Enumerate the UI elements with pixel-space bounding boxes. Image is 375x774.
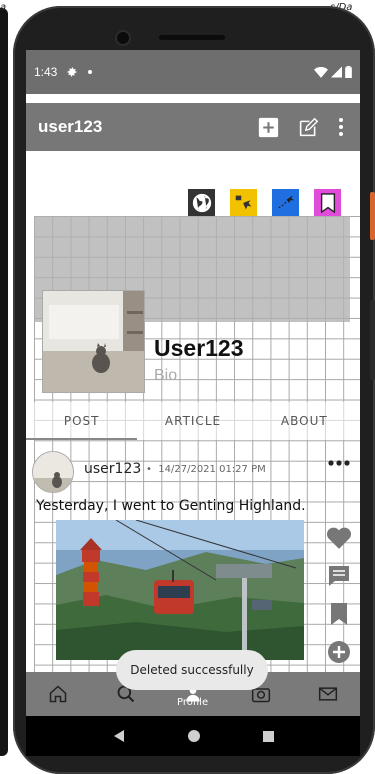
- notification-dot-icon: [88, 70, 93, 74]
- app-bar-title: user123: [38, 117, 103, 136]
- add-post-icon[interactable]: [258, 117, 279, 138]
- battery-icon: [345, 66, 352, 78]
- post-text: Yesterday, I went to Genting Highland.: [36, 498, 306, 514]
- profile-name: User123: [154, 335, 244, 361]
- post-timestamp: • 14/27/2021 01:27 PM: [146, 464, 266, 475]
- post-author-avatar[interactable]: [32, 451, 74, 493]
- back-icon[interactable]: [112, 729, 126, 743]
- avatar-photo: [33, 452, 73, 492]
- front-camera: [117, 32, 129, 44]
- cat-window-photo: [43, 291, 144, 392]
- screenshot-stage: a s/Da 1:43 user123: [0, 0, 375, 774]
- bookmark-icon[interactable]: [314, 189, 341, 216]
- profile-avatar[interactable]: [42, 290, 145, 393]
- home-icon[interactable]: [48, 684, 68, 704]
- profile-bio: Bio: [154, 367, 178, 384]
- add-circle-icon[interactable]: [327, 640, 351, 664]
- post-date: 14/27/2021 01:27 PM: [158, 464, 266, 475]
- volume-button: [370, 300, 375, 380]
- edit-profile-icon[interactable]: [298, 117, 319, 138]
- flight-route-icon[interactable]: [272, 189, 299, 216]
- globe-icon[interactable]: [188, 189, 215, 216]
- wifi-icon: [314, 66, 328, 78]
- app-bar: user123: [26, 103, 360, 151]
- system-navigation-bar: [26, 716, 360, 756]
- recents-square-icon[interactable]: [262, 730, 275, 743]
- post-username[interactable]: user123: [84, 461, 141, 477]
- cable-car-photo: [56, 520, 304, 660]
- peek-text-left: a: [0, 2, 7, 13]
- save-bookmark-icon[interactable]: [330, 602, 348, 626]
- cell-signal-icon: [331, 66, 342, 78]
- mail-icon[interactable]: [318, 684, 338, 704]
- earpiece-speaker: [159, 35, 225, 40]
- profile-quick-icons: [188, 189, 341, 216]
- status-time: 1:43: [34, 65, 58, 79]
- power-button: [370, 192, 375, 240]
- tab-post[interactable]: POST: [26, 402, 138, 440]
- toast-message: Deleted successfully: [116, 650, 268, 690]
- post-more-icon[interactable]: [328, 460, 350, 466]
- comment-icon[interactable]: [327, 564, 351, 588]
- phone-screen: 1:43 user123 User123 Bio POST ARTICLE AB…: [26, 50, 360, 716]
- left-device-edge: [0, 8, 8, 756]
- profile-tabs: POST ARTICLE ABOUT: [26, 402, 360, 440]
- post-actions: [326, 526, 352, 664]
- nav-label-profile: Profile: [177, 697, 209, 708]
- plane-map-icon[interactable]: [230, 189, 257, 216]
- like-heart-icon[interactable]: [326, 526, 352, 550]
- tab-article[interactable]: ARTICLE: [137, 402, 248, 440]
- home-circle-icon[interactable]: [187, 729, 201, 743]
- overflow-menu-icon[interactable]: [338, 117, 344, 137]
- post-image[interactable]: [56, 520, 304, 660]
- status-bar: 1:43: [26, 50, 360, 94]
- post-separator: •: [146, 464, 152, 475]
- tab-about[interactable]: ABOUT: [249, 402, 360, 440]
- settings-gear-icon: [67, 67, 77, 77]
